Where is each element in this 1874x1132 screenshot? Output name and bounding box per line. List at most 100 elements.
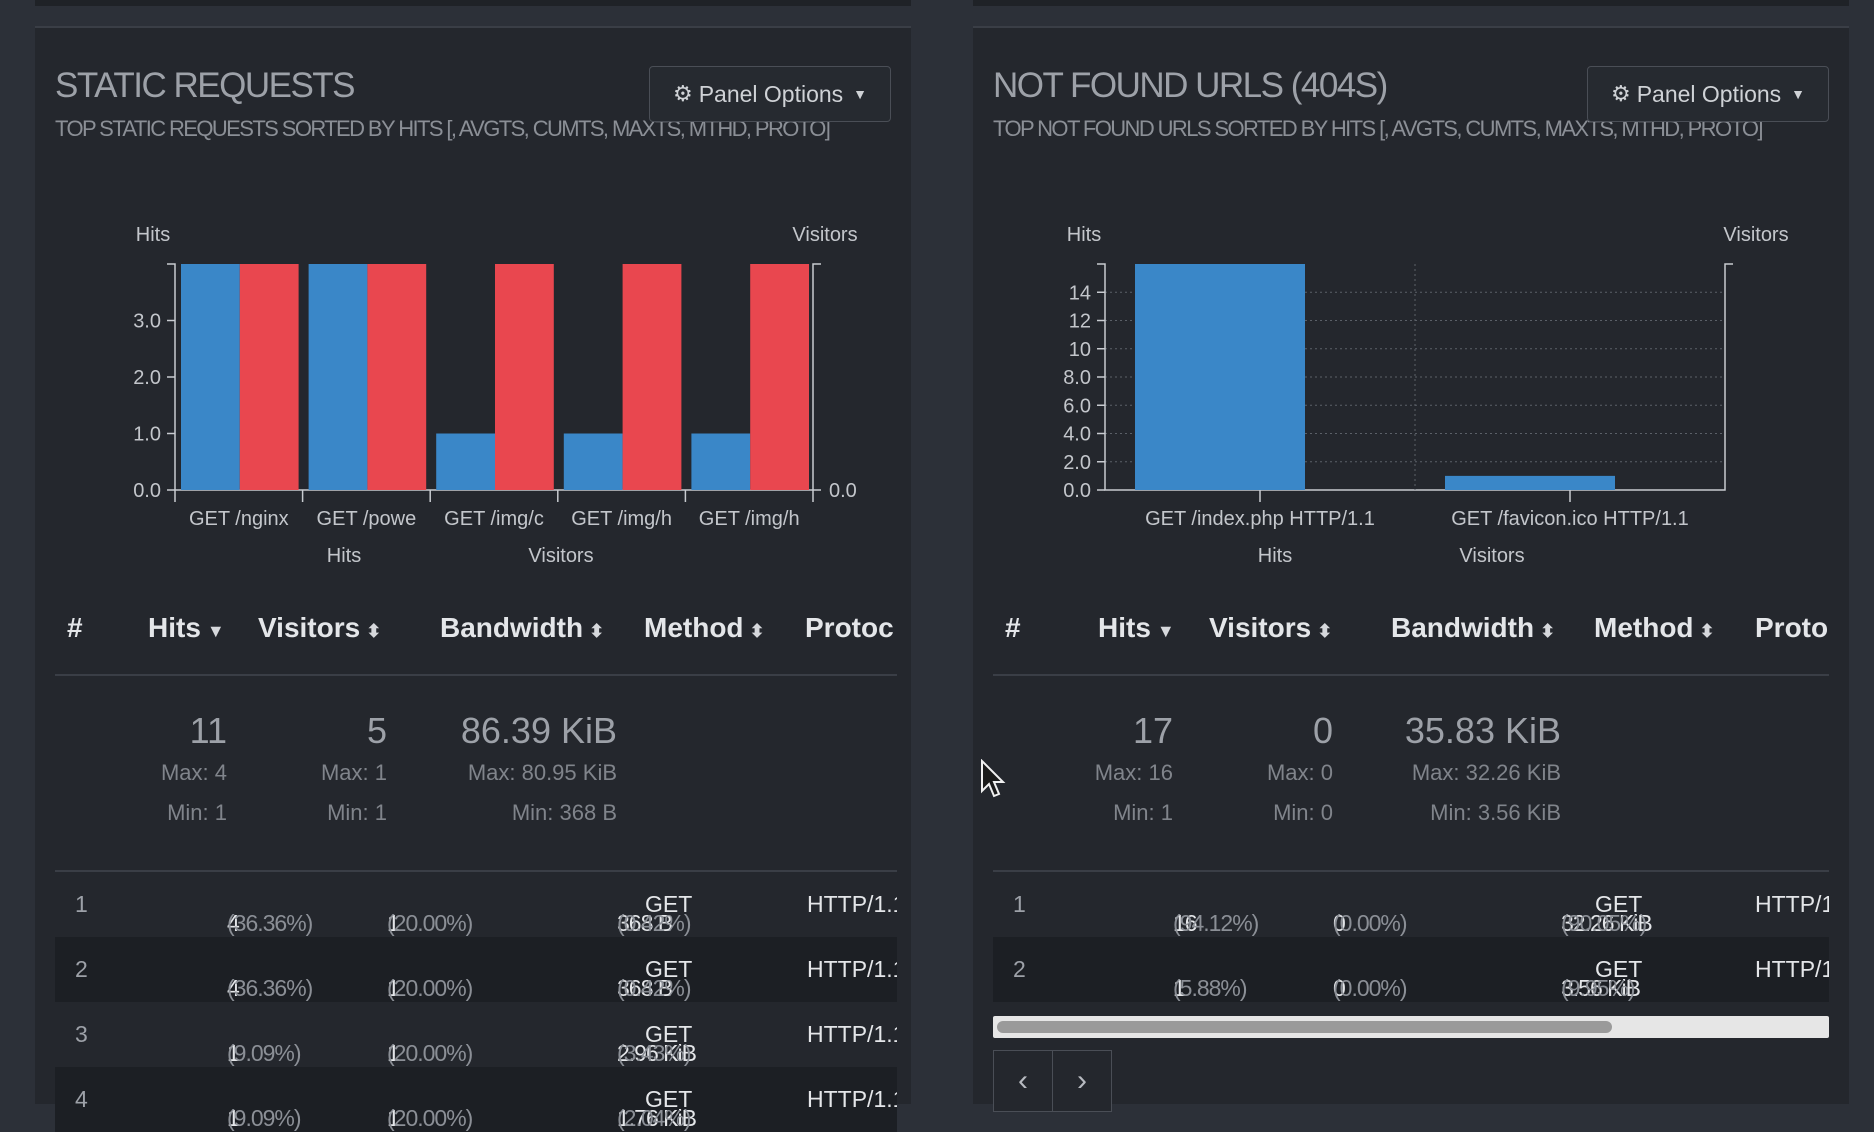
gear-icon: ⚙ [1610, 81, 1631, 106]
col-hits[interactable]: Hits ▼ [148, 612, 225, 644]
visitors-bar [367, 264, 427, 490]
sort-icon: ⬍ [1540, 621, 1556, 641]
summary-visitors: 5 [366, 710, 387, 751]
hits-bar [563, 433, 623, 490]
sort-desc-icon: ▼ [206, 621, 225, 641]
x-tick-label: GET /favicon.ico HTTP/1.1 [1451, 508, 1689, 530]
row-method: GET [645, 891, 693, 917]
y-tick-label: 0.0 [1063, 480, 1091, 502]
sort-icon: ⬍ [749, 621, 765, 641]
prev-page-button[interactable]: ‹ [993, 1050, 1053, 1112]
visitors-bar [239, 264, 299, 490]
col-visitors[interactable]: Visitors ⬍ [258, 612, 381, 644]
next-page-button[interactable]: › [1053, 1050, 1112, 1112]
x-tick-label: GET /index.php HTTP/1.1 [1145, 508, 1375, 530]
table-row[interactable]: 1 16 (94.12%) 0 (0.00%) 32.26 KiB (90.05… [993, 872, 1829, 937]
col-bandwidth[interactable]: Bandwidth ⬍ [440, 612, 604, 644]
hits-bar [308, 264, 368, 490]
summary-visitors: 0 [1312, 710, 1333, 751]
row-protocol: HTTP/1 [1755, 956, 1829, 982]
y-tick-label: 2.0 [133, 367, 161, 389]
hits-bar [1445, 475, 1615, 490]
y-tick-label: 8.0 [1063, 367, 1091, 389]
hits-bar [436, 433, 495, 490]
col-visitors[interactable]: Visitors ⬍ [1209, 612, 1332, 644]
mouse-cursor-icon [981, 759, 1006, 798]
summary-bandwidth-min: Min: 368 B [511, 800, 617, 825]
summary-hits-min: Min: 1 [167, 800, 227, 825]
row-num: 1 [1013, 891, 1026, 917]
y-tick-label: 1.0 [133, 424, 161, 446]
left-axis-label: Hits [1067, 224, 1101, 246]
summary-hits: 17 [1132, 710, 1173, 751]
panel-options-button[interactable]: ⚙ Panel Options ▼ [649, 66, 891, 122]
summary-visitors-min: Min: 0 [1273, 800, 1333, 825]
col-method[interactable]: Method ⬍ [1594, 612, 1715, 644]
row-protocol: HTTP/1.1 [807, 1021, 897, 1047]
pagination: ‹ › [993, 1050, 1112, 1112]
row-method: GET [645, 1021, 693, 1047]
summary-visitors-max: Max: 1 [320, 760, 387, 785]
table-row[interactable]: 2 4 (36.36%) 1 (20.00%) 368 B (0.42%) GE… [55, 937, 897, 1002]
chevron-left-icon: ‹ [1018, 1064, 1028, 1097]
row-method: GET [1595, 891, 1643, 917]
x-tick-label: GET /nginx [189, 508, 289, 530]
row-method: GET [1595, 956, 1643, 982]
summary-visitors-min: Min: 1 [327, 800, 387, 825]
table-row[interactable]: 3 1 (9.09%) 1 (20.00%) 2.96 KiB (3.43%) … [55, 1002, 897, 1067]
col-bandwidth[interactable]: Bandwidth ⬍ [1391, 612, 1555, 644]
col-protocol[interactable]: Proto [1755, 612, 1828, 644]
col-method[interactable]: Method ⬍ [644, 612, 765, 644]
table-row[interactable]: 4 1 (9.09%) 1 (20.00%) 1.76 KiB (2.04%) … [55, 1067, 897, 1132]
panel-options-label: Panel Options [1636, 80, 1782, 107]
y-tick-label: 14 [1069, 282, 1091, 304]
scrollbar-thumb[interactable] [997, 1021, 1612, 1033]
row-num: 2 [75, 956, 88, 982]
y-tick-label: 12 [1069, 311, 1091, 333]
summary-hits-min: Min: 1 [1113, 800, 1173, 825]
table-row[interactable]: 2 1 (5.88%) 0 (0.00%) 3.56 KiB (9.95%) G… [993, 937, 1829, 1002]
y-tick-label: 0.0 [133, 480, 161, 502]
y-tick-label: 3.0 [133, 311, 161, 333]
panel-title: NOT FOUND URLS (404S) [993, 66, 1388, 105]
right-axis-label: Visitors [792, 224, 857, 246]
summary-bandwidth-min: Min: 3.56 KiB [1430, 800, 1561, 825]
col-protocol[interactable]: Protoc [805, 612, 894, 644]
sort-desc-icon: ▼ [1156, 621, 1175, 641]
y-tick-label: 4.0 [1063, 424, 1091, 446]
legend-hits: Hits [327, 545, 361, 567]
col-num: # [1005, 612, 1021, 643]
caret-down-icon: ▼ [853, 86, 868, 102]
col-hits[interactable]: Hits ▼ [1098, 612, 1175, 644]
not-found-urls-table: # Hits ▼ Visitors ⬍ Bandwidth ⬍ Method ⬍ Pro… [993, 578, 1829, 1002]
panel-options-label: Panel Options [698, 80, 844, 107]
row-num: 3 [75, 1021, 88, 1047]
left-axis-label: Hits [136, 224, 170, 246]
row-num: 4 [75, 1086, 88, 1112]
table-row[interactable]: 1 4 (36.36%) 1 (20.00%) 368 B (0.42%) GE… [55, 872, 897, 937]
row-num: 1 [75, 891, 88, 917]
caret-down-icon: ▼ [1791, 86, 1806, 102]
x-tick-label: GET /img/c [444, 508, 544, 530]
table-header: # Hits ▼ Visitors ⬍ Bandwidth ⬍ Method ⬍ Pro… [993, 578, 1829, 676]
horizontal-scrollbar[interactable] [993, 1016, 1829, 1038]
summary-visitors-max: Max: 0 [1266, 760, 1333, 785]
legend-visitors: Visitors [528, 545, 593, 567]
row-protocol: HTTP/1.1 [807, 956, 897, 982]
summary-bandwidth-max: Max: 80.95 KiB [467, 760, 617, 785]
not-found-urls-chart: Hits Visitors 0.0 2.0 4.0 6.0 8.0 10 12 14 GET /in… [1063, 224, 1788, 567]
top-strip [35, 0, 911, 6]
y-tick-label: 10 [1069, 339, 1091, 361]
panel-options-button[interactable]: ⚙ Panel Options ▼ [1587, 66, 1829, 122]
table-body: 1 4 (36.36%) 1 (20.00%) 368 B (0.42%) GE… [55, 872, 897, 1132]
visitors-bar [750, 264, 809, 490]
not-found-urls-panel: NOT FOUND URLS (404S) TOP NOT FOUND URLS… [973, 26, 1849, 1112]
row-protocol: HTTP/1 [1755, 891, 1829, 917]
row-num: 2 [1013, 956, 1026, 982]
row-method: GET [645, 1086, 693, 1112]
gear-icon: ⚙ [672, 81, 693, 106]
visitors-bar [495, 264, 554, 490]
sort-icon: ⬍ [1317, 621, 1333, 641]
static-requests-chart: Hits Visitors 0.0 1.0 2.0 3.0 0.0 GET /nginx GET… [133, 224, 857, 567]
summary-bandwidth: 35.83 KiB [1404, 710, 1561, 751]
